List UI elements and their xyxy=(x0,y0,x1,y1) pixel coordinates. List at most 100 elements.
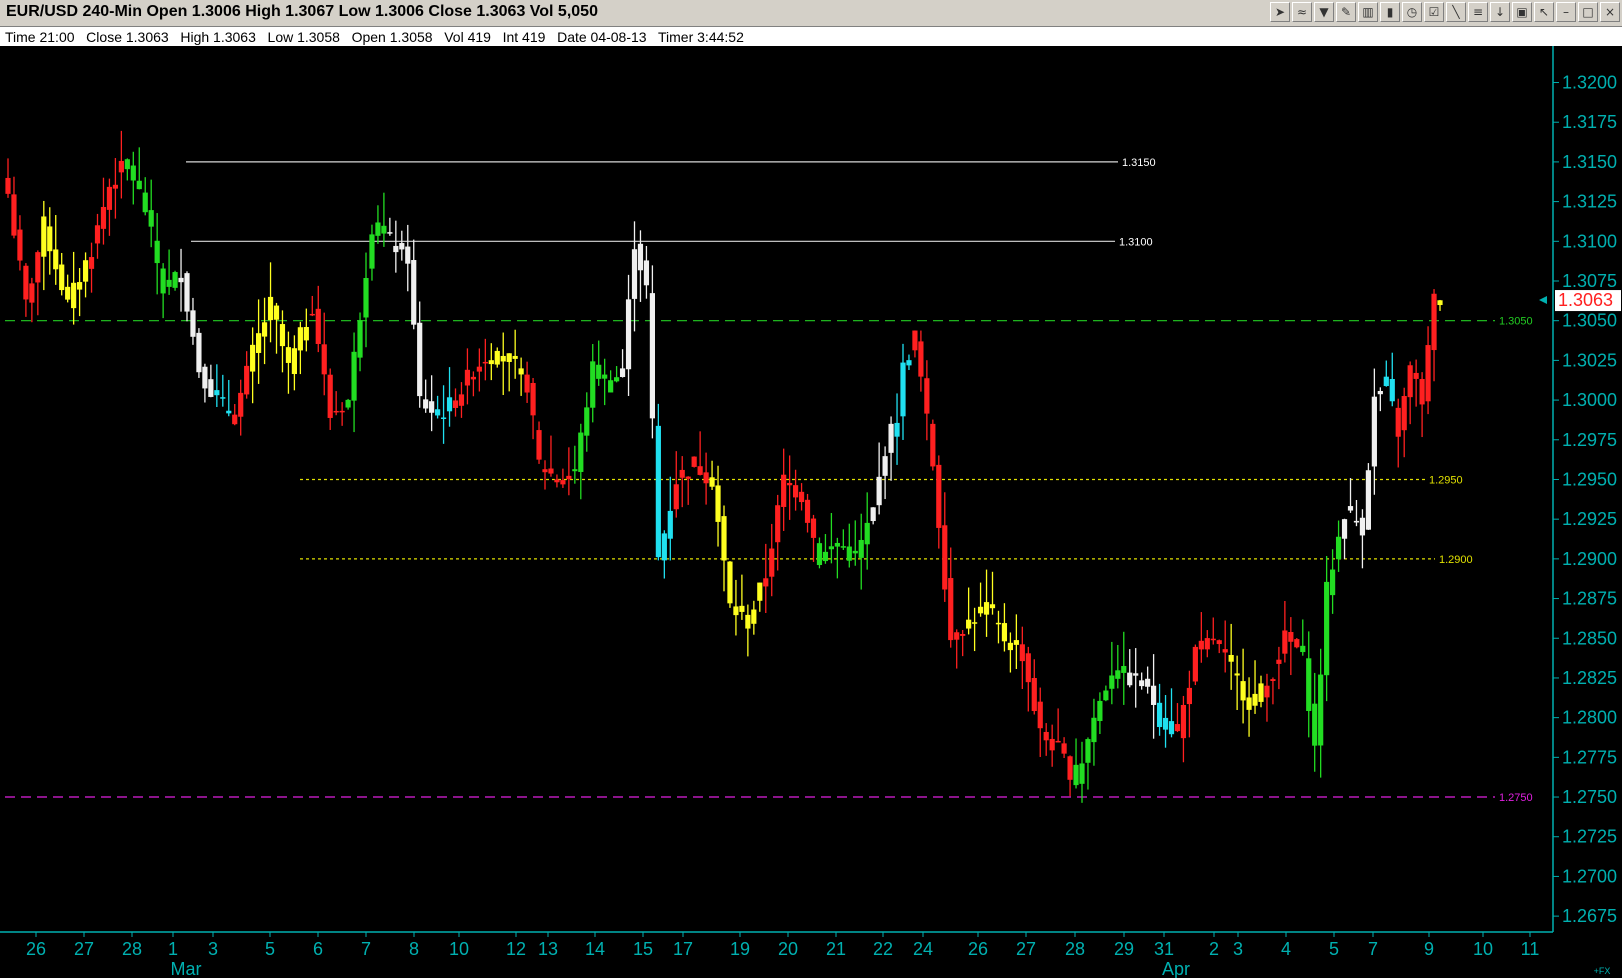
level-label: 1.3150 xyxy=(1122,157,1156,169)
candle-body xyxy=(387,232,393,234)
pointer-icon[interactable]: ↖ xyxy=(1534,2,1554,22)
candle-body xyxy=(703,472,709,484)
candle-body xyxy=(244,365,250,395)
candle-body xyxy=(1341,519,1348,539)
candle-body xyxy=(65,286,71,300)
level-label: 1.3100 xyxy=(1119,236,1153,248)
candle-body xyxy=(17,229,23,261)
candle-body xyxy=(1365,470,1371,530)
day-label: 11 xyxy=(1521,939,1540,959)
candle-body xyxy=(739,605,745,612)
price-chart[interactable]: 1.3150 1.3100 1.3050 1.2950 1.2900 1.2750 1.3… xyxy=(0,46,1622,978)
candle-body xyxy=(828,546,834,550)
candle-body xyxy=(148,210,154,227)
day-label: 3 xyxy=(1233,939,1243,959)
candle-body xyxy=(822,551,829,562)
close-icon[interactable]: × xyxy=(1600,2,1620,22)
restore-icon[interactable]: □ xyxy=(1578,2,1598,22)
level-label: 1.2950 xyxy=(1429,474,1463,486)
candle-body xyxy=(1127,672,1133,686)
candle-body xyxy=(1103,690,1109,701)
cursor-icon[interactable]: ➤ xyxy=(1270,2,1290,22)
settings-icon[interactable]: ☑ xyxy=(1424,2,1444,22)
candle-body xyxy=(1371,396,1377,467)
clock-icon[interactable]: ◷ xyxy=(1402,2,1422,22)
candle-body xyxy=(1288,632,1294,642)
day-label: 7 xyxy=(361,939,371,959)
arrow-down-icon[interactable]: ↓ xyxy=(1490,2,1510,22)
candle-body xyxy=(1318,674,1324,746)
draw-icon[interactable]: ✎ xyxy=(1336,2,1356,22)
candle-body xyxy=(482,361,488,364)
candle-body xyxy=(184,273,190,312)
minimize-icon[interactable]: – xyxy=(1556,2,1576,22)
candle-body xyxy=(1264,685,1270,698)
corner-label: +FX xyxy=(1594,966,1611,976)
candle-body xyxy=(1306,658,1312,711)
candle-body xyxy=(536,430,542,460)
bar-chart-icon[interactable]: ▥ xyxy=(1358,2,1378,22)
candle-body xyxy=(1097,700,1103,722)
candle-body xyxy=(852,550,858,554)
candle-body xyxy=(1180,704,1187,739)
studies-icon[interactable]: ≈ xyxy=(1292,2,1312,22)
candle-body xyxy=(238,392,244,417)
candle-body xyxy=(375,222,381,236)
candle-body xyxy=(1335,536,1342,560)
candle-body xyxy=(1377,390,1383,395)
candle-body xyxy=(1115,670,1121,679)
candle-body xyxy=(810,518,817,538)
trendline-icon[interactable]: ≡ xyxy=(1468,2,1488,22)
candle-body xyxy=(584,407,590,436)
candle-body xyxy=(309,313,315,316)
candle-body xyxy=(351,351,357,401)
candle-body xyxy=(781,474,787,507)
day-label: 6 xyxy=(313,939,323,959)
candle-body xyxy=(1234,673,1240,676)
candle-body xyxy=(333,410,339,413)
candle-body xyxy=(596,364,602,379)
candle-body xyxy=(602,374,608,379)
day-label: 5 xyxy=(265,939,275,959)
candle-body xyxy=(279,324,286,347)
candle-body xyxy=(1252,693,1258,706)
price-tick-label: 1.2925 xyxy=(1562,509,1617,529)
candle-body xyxy=(775,505,781,543)
candle-icon[interactable]: ▮ xyxy=(1380,2,1400,22)
candle-body xyxy=(900,362,906,417)
candle-body xyxy=(1055,740,1061,743)
price-tick-label: 1.3100 xyxy=(1562,231,1617,251)
price-tick-label: 1.3200 xyxy=(1562,73,1617,93)
candle-body xyxy=(798,491,805,503)
price-tick-label: 1.2825 xyxy=(1562,668,1617,688)
data-window-bar: Time 21:00 Close 1.3063 High 1.3063 Low … xyxy=(0,27,1622,47)
candle-body xyxy=(954,632,960,640)
candle-body xyxy=(130,165,136,181)
candle-body xyxy=(411,260,417,325)
candle-body xyxy=(679,469,685,478)
candle-body xyxy=(1133,673,1139,676)
trash-icon[interactable]: ▣ xyxy=(1512,2,1532,22)
candle-body xyxy=(118,160,124,173)
indicator-icon[interactable]: ▼ xyxy=(1314,2,1334,22)
candle-body xyxy=(1001,623,1008,642)
candle-body xyxy=(673,484,679,510)
candle-body xyxy=(214,390,220,396)
candle-body xyxy=(834,542,840,547)
pen-icon[interactable]: ╲ xyxy=(1446,2,1466,22)
candle-body xyxy=(435,409,441,416)
candle-body xyxy=(77,282,83,290)
candle-body xyxy=(1240,681,1246,701)
candle-body xyxy=(816,543,823,566)
candle-body xyxy=(948,578,954,641)
candle-body xyxy=(1258,683,1264,702)
level-label: 1.3050 xyxy=(1499,316,1533,328)
candle-body xyxy=(250,344,256,372)
candle-body xyxy=(381,225,387,234)
day-label: 12 xyxy=(506,939,526,959)
candle-body xyxy=(106,186,113,210)
candle-body xyxy=(661,533,667,561)
candle-body xyxy=(512,355,518,359)
candle-body xyxy=(542,469,548,473)
candle-body xyxy=(1425,345,1431,402)
